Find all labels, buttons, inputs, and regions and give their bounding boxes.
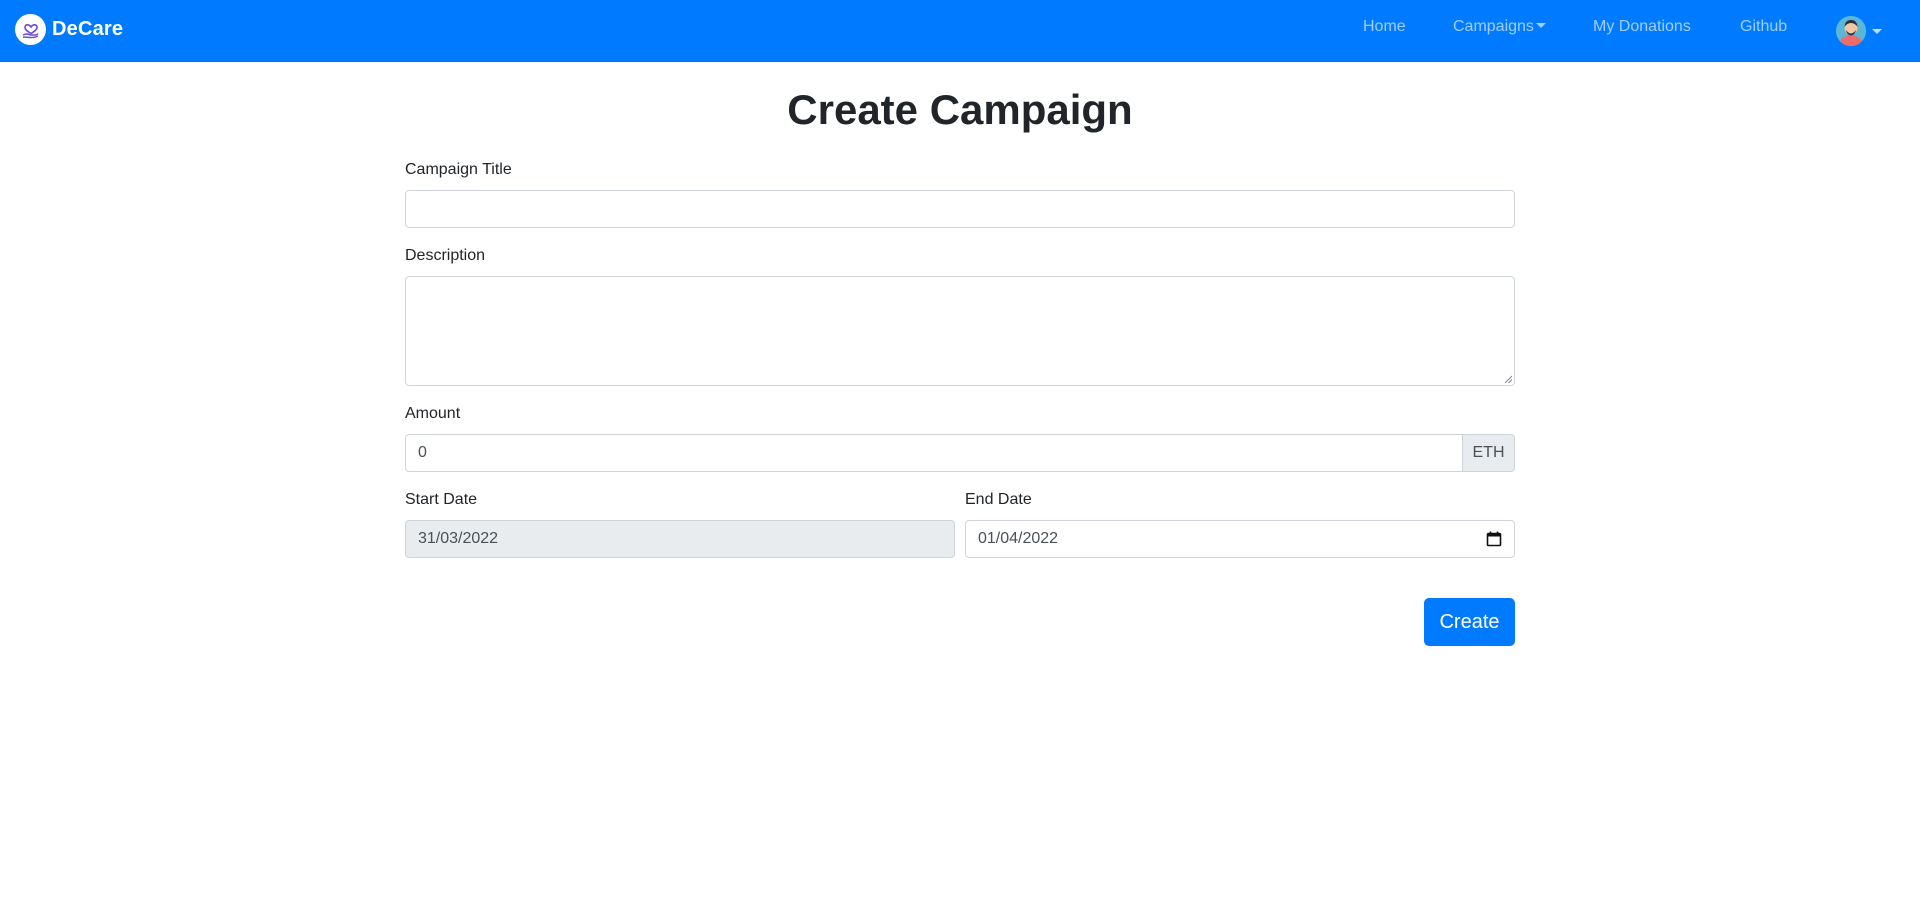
nav-link-campaigns-dropdown[interactable]: Campaigns — [1453, 18, 1546, 36]
create-button[interactable]: Create — [1424, 598, 1515, 646]
nav-link-home[interactable]: Home — [1363, 18, 1406, 36]
amount-label: Amount — [405, 405, 461, 422]
nav-link-github[interactable]: Github — [1740, 18, 1787, 36]
nav-link-campaigns-label: Campaigns — [1453, 18, 1534, 35]
brand-name: DeCare — [52, 18, 124, 40]
page-title: Create Campaign — [787, 86, 1133, 133]
chevron-down-icon — [1535, 23, 1546, 28]
resize-grip-icon[interactable] — [1504, 375, 1512, 383]
amount-input[interactable]: 0 — [405, 434, 1463, 472]
calendar-icon[interactable] — [1486, 531, 1502, 547]
heart-hand-logo-icon — [15, 14, 46, 45]
end-date-input[interactable]: 01/04/2022 — [965, 520, 1515, 558]
campaign-title-input[interactable] — [405, 190, 1515, 228]
top-navbar: DeCare Home Campaigns My Donations Githu… — [0, 0, 1920, 62]
description-label: Description — [405, 247, 486, 264]
start-date-input: 31/03/2022 — [405, 520, 955, 558]
brand-link[interactable]: DeCare — [15, 14, 123, 45]
end-date-label: End Date — [965, 491, 1032, 508]
user-avatar — [1836, 16, 1866, 46]
end-date-value: 01/04/2022 — [978, 530, 1059, 547]
nav-link-my-donations[interactable]: My Donations — [1593, 18, 1691, 36]
amount-unit-addon: ETH — [1462, 434, 1515, 472]
user-menu-dropdown[interactable] — [1836, 16, 1882, 46]
start-date-label: Start Date — [405, 491, 478, 508]
chevron-down-icon — [1872, 28, 1882, 34]
description-textarea[interactable] — [405, 276, 1515, 386]
campaign-title-label: Campaign Title — [405, 161, 512, 178]
